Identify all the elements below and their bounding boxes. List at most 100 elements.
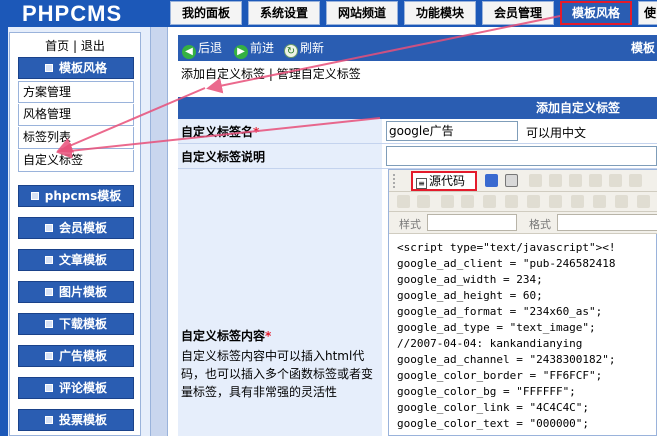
sidebar-group-phpcms[interactable]: phpcms模板 (18, 185, 134, 207)
sidebar-item-scheme-management[interactable]: 方案管理 (18, 81, 134, 103)
tab-my-panel[interactable]: 我的面板 (170, 1, 242, 25)
rule-icon[interactable] (571, 195, 584, 208)
sidebar-panel: 首页 | 退出 模板风格 方案管理 风格管理 标签列表 自定义标签 phpcms… (9, 32, 141, 436)
tab-template-style[interactable]: 模板风格 (560, 1, 632, 25)
back-label: 后退 (198, 41, 223, 55)
refresh-icon: ↻ (284, 44, 298, 58)
manage-custom-tag-link[interactable]: 管理自定义标签 (277, 67, 361, 81)
sidebar-group-label: 图片模板 (58, 285, 107, 299)
exit-link[interactable]: 退出 (81, 39, 105, 53)
sidebar-group-member[interactable]: 会员模板 (18, 217, 134, 239)
form-title: 添加自定义标签 (178, 97, 657, 119)
sidebar-section-template-style[interactable]: 模板风格 (18, 57, 134, 79)
anchor-icon[interactable] (441, 195, 454, 208)
forward-label: 前进 (250, 41, 275, 55)
source-icon: ≡ (416, 178, 427, 189)
tab-site-channels[interactable]: 网站频道 (326, 1, 398, 25)
square-icon (44, 416, 53, 424)
sidebar-group-picture[interactable]: 图片模板 (18, 281, 134, 303)
source-code-label: 源代码 (429, 174, 466, 188)
code-area[interactable]: <script type="text/javascript"><! google_… (397, 240, 616, 432)
sidebar-group-download[interactable]: 下载模板 (18, 313, 134, 335)
tag-name-input[interactable]: google广告 (386, 121, 518, 141)
sidebar-group-ad[interactable]: 广告模板 (18, 345, 134, 367)
paste-icon[interactable] (569, 174, 582, 187)
sidebar-group-label: 投票模板 (58, 413, 107, 427)
sidebar-group-comment[interactable]: 评论模板 (18, 377, 134, 399)
save-icon[interactable] (485, 174, 498, 187)
toolbar-grip (393, 174, 397, 188)
description-label: 自定义标签说明 (178, 144, 382, 168)
home-exit-separator: | (72, 39, 78, 53)
home-link[interactable]: 首页 (45, 39, 69, 53)
sidebar-group-label: phpcms模板 (44, 189, 122, 203)
table-icon[interactable] (549, 195, 562, 208)
nav-right-title: 模板 (630, 41, 655, 55)
sidebar-group-label: 下载模板 (58, 317, 107, 331)
content-label-cell: 自定义标签内容* 自定义标签内容中可以插入html代码，也可以插入多个函数标签或… (178, 169, 382, 436)
cut-icon[interactable] (529, 174, 542, 187)
paste-word-icon[interactable] (609, 174, 622, 187)
name-row: 自定义标签名* google广告 可以用中文 (178, 119, 657, 144)
sidebar-group-vote[interactable]: 投票模板 (18, 409, 134, 431)
source-code-button[interactable]: ≡ 源代码 (411, 171, 477, 191)
main-content: ◀ 后退 ▶ 前进 ↻ 刷新 模板 添加自定义标签 | 管理自定义标签 添加自定义标签… (176, 31, 657, 436)
code-line: <script type="text/javascript"><! (397, 241, 616, 254)
sidebar-item-tag-list[interactable]: 标签列表 (18, 127, 134, 149)
square-icon (44, 352, 53, 360)
square-icon (44, 224, 53, 232)
undo-icon[interactable] (629, 174, 642, 187)
attachment-icon[interactable] (527, 195, 540, 208)
code-line: google_color_bg = "FFFFFF"; (397, 385, 576, 398)
image-icon[interactable] (461, 195, 474, 208)
frame-scrollbar[interactable] (150, 27, 168, 436)
sidebar-group-label: 文章模板 (58, 253, 107, 267)
tab-member-management[interactable]: 会员管理 (482, 1, 554, 25)
sidebar-item-style-management[interactable]: 风格管理 (18, 104, 134, 126)
smiley-icon[interactable] (593, 195, 606, 208)
code-line: google_ad_height = 60; (397, 289, 543, 302)
style-label: 样式 (399, 218, 421, 231)
editor-toolbar-1: ≡ 源代码 (389, 170, 657, 192)
tab-system-settings[interactable]: 系统设置 (248, 1, 320, 25)
links-separator: | (268, 67, 273, 81)
media-icon[interactable] (505, 195, 518, 208)
square-icon (44, 64, 53, 72)
style-select[interactable] (427, 214, 517, 231)
flash-icon[interactable] (483, 195, 496, 208)
format-select[interactable] (557, 214, 657, 231)
square-icon (44, 288, 53, 296)
sidebar-group-article[interactable]: 文章模板 (18, 249, 134, 271)
sidebar-group-label: 广告模板 (58, 349, 107, 363)
editor-toolbar-3: 样式 格式 (389, 212, 657, 234)
square-icon (44, 384, 53, 392)
sidebar-group-label: 会员模板 (58, 221, 107, 235)
name-label-text: 自定义标签名 (181, 125, 254, 139)
tag-description-input[interactable] (386, 146, 657, 166)
page-links: 添加自定义标签 | 管理自定义标签 (181, 65, 361, 82)
required-mark: * (253, 125, 260, 139)
link-icon[interactable] (397, 195, 410, 208)
editor-toolbar-2 (389, 192, 657, 212)
copy-icon[interactable] (549, 174, 562, 187)
back-arrow-icon: ◀ (182, 45, 196, 59)
sidebar-item-custom-tags[interactable]: 自定义标签 (18, 150, 134, 172)
code-line: google_ad_width = 234; (397, 273, 543, 286)
required-mark: * (265, 329, 272, 343)
back-button[interactable]: ◀ 后退 (182, 39, 223, 59)
refresh-button[interactable]: ↻ 刷新 (284, 39, 324, 58)
unlink-icon[interactable] (417, 195, 430, 208)
content-label-text: 自定义标签内容 (181, 329, 266, 343)
nav-toolbar: ◀ 后退 ▶ 前进 ↻ 刷新 模板 (178, 35, 657, 61)
preview-icon[interactable] (505, 174, 518, 187)
add-custom-tag-link[interactable]: 添加自定义标签 (181, 67, 265, 81)
code-line: //2007-04-04: kankandianying (397, 337, 583, 350)
special-char-icon[interactable] (615, 195, 628, 208)
tab-more[interactable]: 使 (638, 1, 657, 25)
pagebreak-icon[interactable] (637, 195, 650, 208)
square-icon (44, 320, 53, 328)
forward-button[interactable]: ▶ 前进 (234, 39, 275, 59)
square-icon (44, 256, 53, 264)
paste-text-icon[interactable] (589, 174, 602, 187)
tab-function-modules[interactable]: 功能模块 (404, 1, 476, 25)
